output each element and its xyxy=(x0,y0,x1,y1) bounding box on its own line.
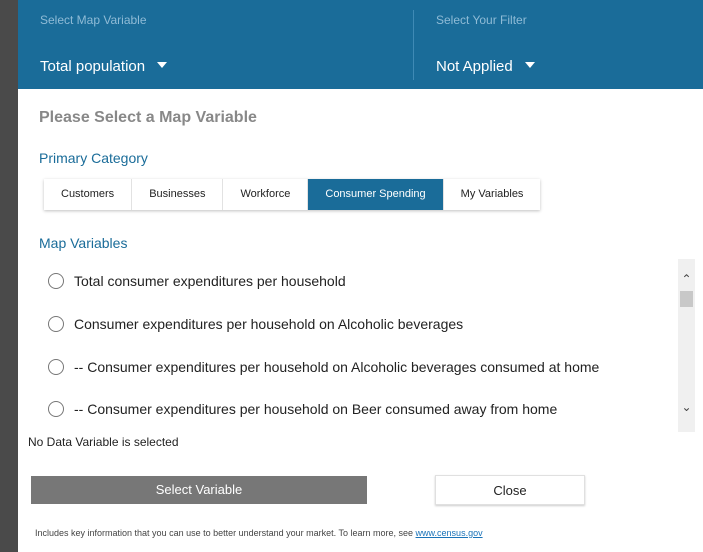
variable-label: Total consumer expenditures per househol… xyxy=(74,273,346,289)
filter-label: Select Your Filter xyxy=(436,13,527,27)
variable-label: Consumer expenditures per household on A… xyxy=(74,316,464,332)
list-item[interactable]: -- Consumer expenditures per household o… xyxy=(48,357,599,377)
tab-workforce[interactable]: Workforce xyxy=(223,179,309,210)
selection-status: No Data Variable is selected xyxy=(28,435,179,449)
panel-heading: Please Select a Map Variable xyxy=(39,109,257,126)
chevron-down-icon[interactable]: ⌄ xyxy=(678,397,695,417)
map-variables-title: Map Variables xyxy=(39,235,128,251)
tab-my-variables[interactable]: My Variables xyxy=(443,179,541,210)
filter-value[interactable]: Not Applied xyxy=(436,58,535,75)
variable-label: -- Consumer expenditures per household o… xyxy=(74,359,600,375)
radio-button-icon[interactable] xyxy=(48,273,64,289)
map-variable-value-text: Total population xyxy=(40,58,146,75)
map-variable-label: Select Map Variable xyxy=(40,13,147,27)
census-link[interactable]: www.census.gov xyxy=(416,528,483,538)
variable-list: Total consumer expenditures per househol… xyxy=(30,259,695,432)
footer-text: Includes key information that you can us… xyxy=(35,528,416,538)
close-button[interactable]: Close xyxy=(435,475,585,505)
list-item[interactable]: Consumer expenditures per household on A… xyxy=(48,314,463,334)
tab-customers[interactable]: Customers xyxy=(44,179,133,210)
background-sidebar xyxy=(0,0,18,552)
radio-button-icon[interactable] xyxy=(48,401,64,417)
select-variable-button[interactable]: Select Variable xyxy=(31,476,367,504)
list-item[interactable]: Total consumer expenditures per househol… xyxy=(48,271,346,291)
tab-businesses[interactable]: Businesses xyxy=(132,179,224,210)
map-variable-panel: Please Select a Map Variable Primary Cat… xyxy=(18,89,703,552)
chevron-up-icon[interactable]: ⌃ xyxy=(678,269,695,289)
scrollbar-thumb[interactable] xyxy=(680,291,693,307)
footer-note: Includes key information that you can us… xyxy=(35,528,483,538)
primary-category-title: Primary Category xyxy=(39,150,148,166)
list-scrollbar[interactable]: ⌃ ⌄ xyxy=(678,259,695,432)
filter-value-text: Not Applied xyxy=(436,58,513,75)
list-item[interactable]: -- Consumer expenditures per household o… xyxy=(48,399,557,419)
radio-button-icon[interactable] xyxy=(48,316,64,332)
caret-down-icon xyxy=(524,62,535,69)
radio-button-icon[interactable] xyxy=(48,359,64,375)
map-variable-dropdown[interactable]: Select Map Variable Total population xyxy=(18,0,413,89)
variable-label: -- Consumer expenditures per household o… xyxy=(74,401,558,417)
map-variable-value[interactable]: Total population xyxy=(40,58,168,75)
filter-dropdown[interactable]: Select Your Filter Not Applied xyxy=(414,0,703,89)
category-tabs: Customers Businesses Workforce Consumer … xyxy=(44,179,541,210)
map-controls-bar: Select Map Variable Total population Sel… xyxy=(18,0,703,89)
tab-consumer-spending[interactable]: Consumer Spending xyxy=(308,179,444,210)
caret-down-icon xyxy=(157,62,168,69)
